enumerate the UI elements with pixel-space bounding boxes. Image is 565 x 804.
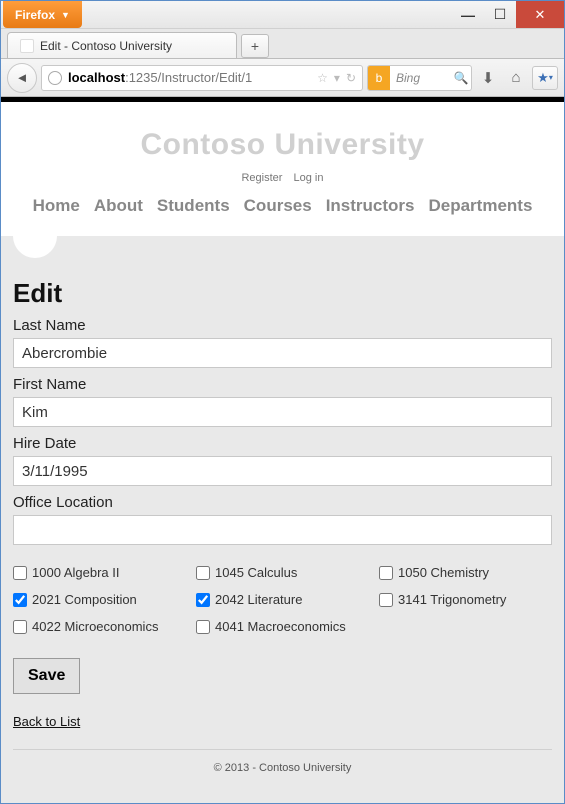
main-content: Edit Last Name First Name Hire Date Offi… (1, 236, 564, 803)
course-checkbox[interactable]: 4041 Macroeconomics (196, 619, 369, 634)
maximize-button[interactable]: ☐ (484, 1, 516, 28)
search-placeholder: Bing (390, 71, 451, 85)
lastname-label: Last Name (13, 317, 552, 334)
bing-icon: b (368, 66, 390, 90)
main-nav: Home About Students Courses Instructors … (11, 196, 554, 230)
nav-instructors[interactable]: Instructors (326, 196, 415, 216)
courses-grid: 1000 Algebra II 1045 Calculus 1050 Chemist… (13, 565, 552, 634)
dropdown-icon: ▾ (334, 71, 340, 85)
firstname-label: First Name (13, 376, 552, 393)
auth-links: Register Log in (11, 172, 554, 184)
globe-icon (48, 71, 62, 85)
course-label: 3141 Trigonometry (398, 592, 506, 607)
course-checkbox-input[interactable] (379, 593, 393, 607)
course-label: 4022 Microeconomics (32, 619, 158, 634)
course-checkbox[interactable]: 2042 Literature (196, 592, 369, 607)
avatar-placeholder (13, 214, 57, 258)
reload-icon[interactable]: ↻ (346, 71, 356, 85)
course-checkbox[interactable]: 1000 Algebra II (13, 565, 186, 580)
browser-tab[interactable]: Edit - Contoso University (7, 32, 237, 58)
course-checkbox-input[interactable] (379, 566, 393, 580)
window-titlebar: Firefox ▼ — ☐ ✕ (1, 1, 564, 29)
register-link[interactable]: Register (241, 172, 282, 184)
lastname-input[interactable] (13, 338, 552, 368)
nav-departments[interactable]: Departments (428, 196, 532, 216)
feed-icon: ☆ (317, 71, 328, 85)
nav-home[interactable]: Home (33, 196, 80, 216)
chevron-down-icon: ▼ (61, 10, 70, 20)
course-checkbox[interactable]: 3141 Trigonometry (379, 592, 552, 607)
new-tab-button[interactable]: + (241, 34, 269, 58)
window-controls: — ☐ ✕ (452, 1, 564, 28)
course-checkbox[interactable]: 4022 Microeconomics (13, 619, 186, 634)
course-label: 4041 Macroeconomics (215, 619, 346, 634)
office-label: Office Location (13, 494, 552, 511)
address-bar[interactable]: localhost:1235/Instructor/Edit/1 ☆ ▾ ↻ (41, 65, 363, 91)
tab-title: Edit - Contoso University (40, 39, 172, 53)
tab-strip: Edit - Contoso University + (1, 29, 564, 59)
site-header: Contoso University Register Log in Home … (1, 102, 564, 236)
site-brand: Contoso University (11, 128, 554, 162)
minimize-button[interactable]: — (452, 1, 484, 28)
course-checkbox-input[interactable] (196, 593, 210, 607)
course-checkbox-input[interactable] (196, 566, 210, 580)
bookmarks-button[interactable]: ★▾ (532, 66, 558, 90)
hiredate-input[interactable] (13, 456, 552, 486)
nav-courses[interactable]: Courses (244, 196, 312, 216)
course-checkbox[interactable]: 1045 Calculus (196, 565, 369, 580)
course-checkbox[interactable]: 1050 Chemistry (379, 565, 552, 580)
nav-students[interactable]: Students (157, 196, 230, 216)
course-checkbox[interactable]: 2021 Composition (13, 592, 186, 607)
course-checkbox-input[interactable] (13, 620, 27, 634)
course-checkbox-input[interactable] (13, 593, 27, 607)
search-box[interactable]: b Bing 🔍 (367, 65, 472, 91)
search-go-icon[interactable]: 🔍 (451, 71, 471, 85)
back-to-list-link[interactable]: Back to List (13, 714, 80, 729)
course-label: 1050 Chemistry (398, 565, 489, 580)
firefox-menu-button[interactable]: Firefox ▼ (3, 1, 82, 28)
close-button[interactable]: ✕ (516, 1, 564, 28)
home-button[interactable]: ⌂ (504, 69, 528, 86)
course-label: 1000 Algebra II (32, 565, 119, 580)
navigation-toolbar: ◄ localhost:1235/Instructor/Edit/1 ☆ ▾ ↻… (1, 59, 564, 97)
site-footer: © 2013 - Contoso University (13, 749, 552, 786)
nav-about[interactable]: About (94, 196, 143, 216)
url-text: localhost:1235/Instructor/Edit/1 (68, 70, 311, 85)
firefox-label: Firefox (15, 8, 55, 22)
course-label: 2021 Composition (32, 592, 137, 607)
back-button[interactable]: ◄ (7, 63, 37, 93)
page-heading: Edit (13, 278, 552, 309)
course-label: 1045 Calculus (215, 565, 297, 580)
course-checkbox-input[interactable] (196, 620, 210, 634)
course-checkbox-input[interactable] (13, 566, 27, 580)
hiredate-label: Hire Date (13, 435, 552, 452)
page-favicon (20, 39, 34, 53)
login-link[interactable]: Log in (294, 172, 324, 184)
firstname-input[interactable] (13, 397, 552, 427)
page-viewport: Contoso University Register Log in Home … (1, 97, 564, 803)
downloads-button[interactable]: ⬇ (476, 69, 500, 87)
office-input[interactable] (13, 515, 552, 545)
course-label: 2042 Literature (215, 592, 302, 607)
save-button[interactable]: Save (13, 658, 80, 694)
